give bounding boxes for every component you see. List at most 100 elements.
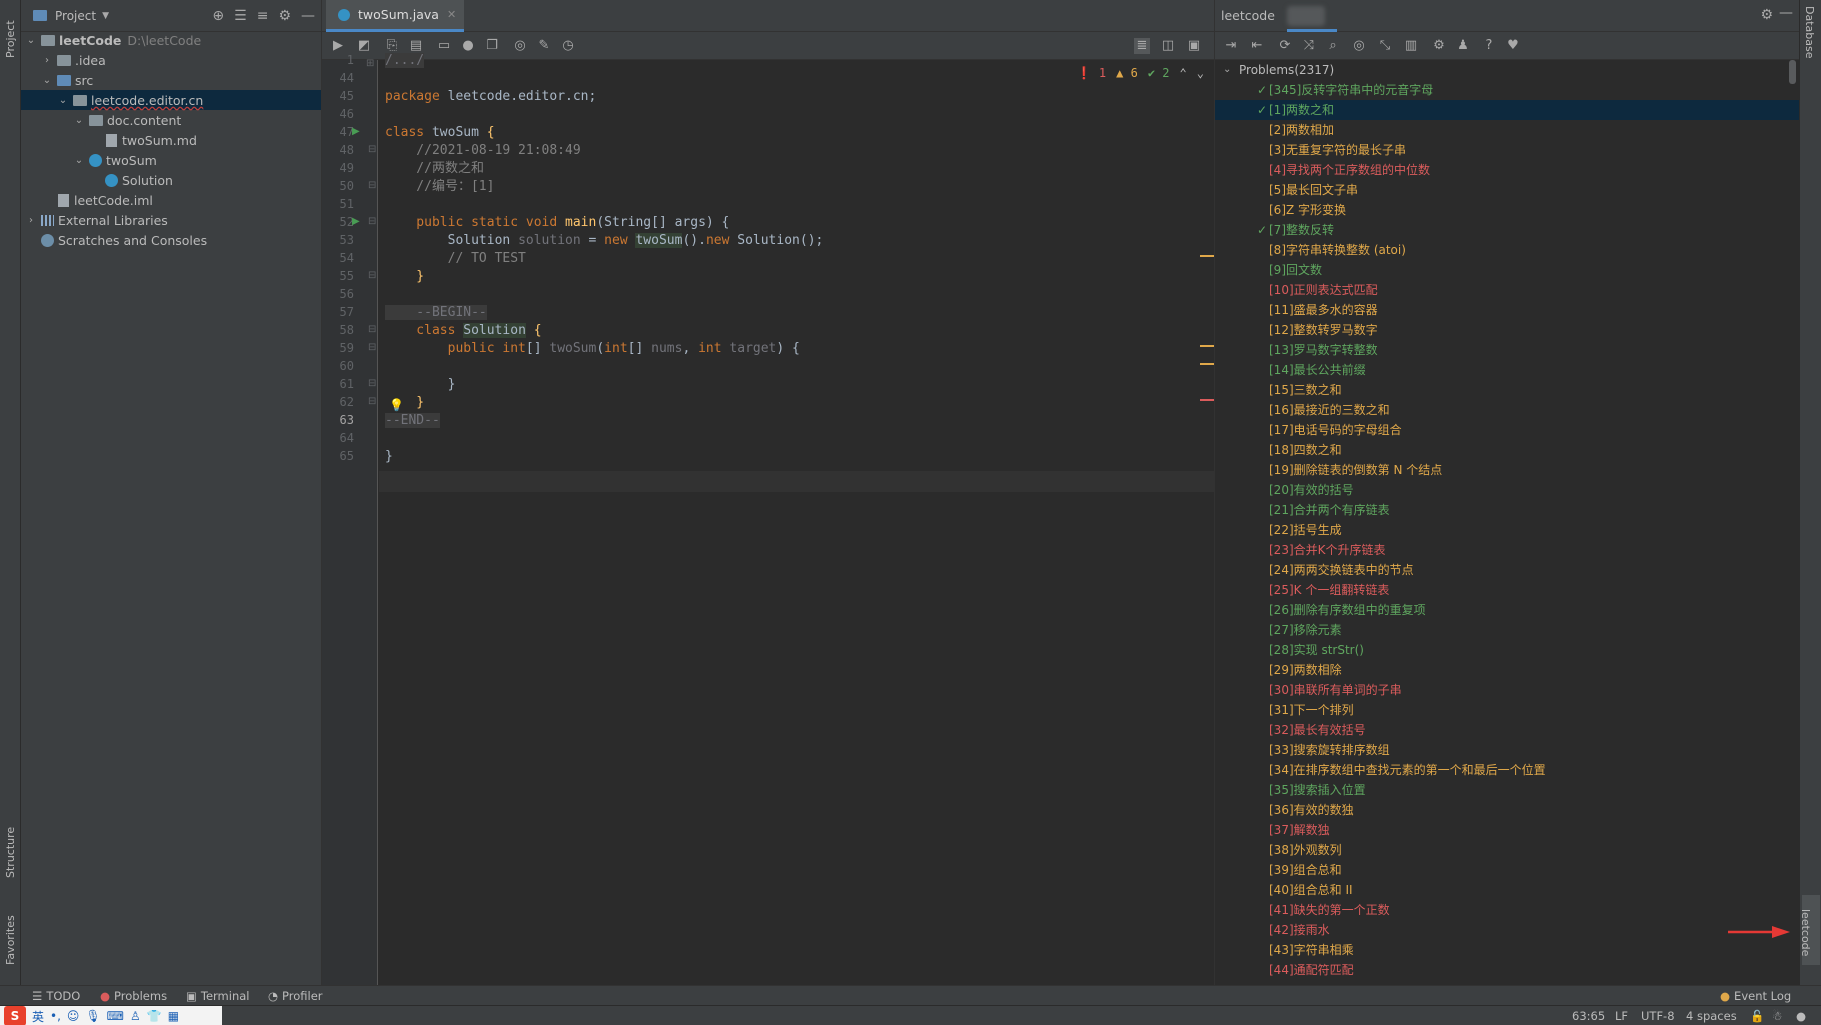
problem-item[interactable]: [31]下一个排列 xyxy=(1215,700,1800,720)
help-icon[interactable]: ? xyxy=(1481,38,1497,54)
error-notification-icon[interactable]: ● xyxy=(1796,1009,1806,1023)
inspection-widget[interactable]: ❗ 1 ▲ 6 ✔ 2 ⌃ ⌄ xyxy=(1077,66,1204,80)
chevron-down-icon[interactable]: ⌄ xyxy=(41,75,53,86)
collapse-all-icon[interactable]: ≡ xyxy=(257,8,269,24)
project-tree-item[interactable]: › .idea xyxy=(21,50,321,70)
project-view-selector[interactable]: Project xyxy=(55,9,96,23)
find-icon[interactable]: ◎ xyxy=(1351,38,1367,54)
clock-icon[interactable]: ◷ xyxy=(560,38,576,54)
scrollbar[interactable] xyxy=(1789,60,1796,84)
keyboard-icon[interactable]: ⌨ xyxy=(107,1009,124,1023)
chevron-up-icon[interactable]: ⌃ xyxy=(1180,66,1187,80)
project-tree-item[interactable]: twoSum.md xyxy=(21,130,321,150)
chevron-right-icon[interactable]: › xyxy=(25,215,37,226)
inspector-icon[interactable]: ☃ xyxy=(1772,1009,1782,1023)
problem-item[interactable]: [22]括号生成 xyxy=(1215,520,1800,540)
hint-icon[interactable]: ● xyxy=(460,38,476,54)
problem-item[interactable]: [42]接雨水 xyxy=(1215,920,1800,940)
warning-marker[interactable] xyxy=(1200,345,1214,347)
problem-item[interactable]: [23]合并K个升序链表 xyxy=(1215,540,1800,560)
collapse-icon[interactable]: ⤡ xyxy=(1377,38,1393,54)
problem-item[interactable]: [16]最接近的三数之和 xyxy=(1215,400,1800,420)
line-separator[interactable]: LF xyxy=(1615,1009,1628,1023)
problem-item[interactable]: [2]两数相加 xyxy=(1215,120,1800,140)
chevron-down-icon[interactable]: ⌄ xyxy=(57,95,69,106)
sogou-logo-icon[interactable]: S xyxy=(4,1006,26,1025)
fold-icon[interactable]: ⊟ xyxy=(368,342,376,353)
problem-item[interactable]: ✓ [7]整数反转 xyxy=(1215,220,1800,240)
problem-item[interactable]: [41]缺失的第一个正数 xyxy=(1215,900,1800,920)
run-gutter-icon[interactable]: ▶ xyxy=(352,126,360,137)
code-editor[interactable]: ❗ 1 ▲ 6 ✔ 2 ⌃ ⌄ /.../ package leetcode.e… xyxy=(379,53,1214,985)
problem-item[interactable]: [21]合并两个有序链表 xyxy=(1215,500,1800,520)
run-main-gutter-icon[interactable]: ▶ xyxy=(352,216,360,227)
fold-icon[interactable]: ⊟ xyxy=(368,180,376,191)
emoji-icon[interactable]: ☺ xyxy=(67,1009,80,1023)
project-tree-item[interactable]: leetCode.iml xyxy=(21,190,321,210)
project-tree-item[interactable]: ⌄ src xyxy=(21,70,321,90)
expand-all-icon[interactable]: ☰ xyxy=(234,8,247,24)
lock-icon[interactable]: 🔓 xyxy=(1750,1009,1764,1023)
problem-item[interactable]: [14]最长公共前缀 xyxy=(1215,360,1800,380)
problem-item[interactable]: [12]整数转罗马数字 xyxy=(1215,320,1800,340)
gear-icon[interactable]: ⚙ xyxy=(1760,7,1773,23)
logout-icon[interactable]: ⇤ xyxy=(1249,38,1265,54)
problem-item[interactable]: [20]有效的括号 xyxy=(1215,480,1800,500)
problems-tool-button[interactable]: ● Problems xyxy=(100,989,167,1003)
problem-item[interactable]: [11]盛最多水的容器 xyxy=(1215,300,1800,320)
ime-language[interactable]: 英 xyxy=(32,1008,44,1025)
problem-item[interactable]: [15]三数之和 xyxy=(1215,380,1800,400)
problem-item[interactable]: [28]实现 strStr() xyxy=(1215,640,1800,660)
problem-item[interactable]: [10]正则表达式匹配 xyxy=(1215,280,1800,300)
fold-icon[interactable]: ⊟ xyxy=(368,378,376,389)
project-tool-tab[interactable]: Project xyxy=(0,20,21,118)
fold-icon[interactable]: ⊞ xyxy=(366,58,374,69)
gear-icon[interactable]: ⚙ xyxy=(278,8,291,24)
fold-icon[interactable]: ⊟ xyxy=(368,324,376,335)
problem-item[interactable]: [9]回文数 xyxy=(1215,260,1800,280)
problem-item[interactable]: [43]字符串相乘 xyxy=(1215,940,1800,960)
heart-icon[interactable]: ♥ xyxy=(1505,38,1521,54)
problem-item[interactable]: [4]寻找两个正序数组的中位数 xyxy=(1215,160,1800,180)
favorites-tool-tab[interactable]: Favorites xyxy=(0,915,21,985)
problem-item[interactable]: [17]电话号码的字母组合 xyxy=(1215,420,1800,440)
project-tree-item[interactable]: ⌄ doc.content xyxy=(21,110,321,130)
chart-icon[interactable]: ▥ xyxy=(1403,38,1419,54)
chevron-down-icon[interactable]: ⌄ xyxy=(1197,66,1204,80)
description-icon[interactable]: ▭ xyxy=(436,38,452,54)
problem-item[interactable]: [24]两两交换链表中的节点 xyxy=(1215,560,1800,580)
problem-item[interactable]: [44]通配符匹配 xyxy=(1215,960,1800,980)
editor-tab-twosum[interactable]: twoSum.java ✕ xyxy=(326,0,465,32)
problem-item[interactable]: [38]外观数列 xyxy=(1215,840,1800,860)
project-tree-item[interactable]: Scratches and Consoles xyxy=(21,230,321,250)
problem-item[interactable]: [27]移除元素 xyxy=(1215,620,1800,640)
problem-item[interactable]: [19]删除链表的倒数第 N 个结点 xyxy=(1215,460,1800,480)
error-marker[interactable] xyxy=(1200,399,1214,401)
search-icon[interactable]: ⌕ xyxy=(1325,38,1341,54)
preview-icon[interactable]: ▣ xyxy=(1186,38,1202,54)
chevron-down-icon[interactable]: ⌄ xyxy=(73,115,85,126)
warning-marker[interactable] xyxy=(1200,363,1214,365)
problem-item[interactable]: [40]组合总和 II xyxy=(1215,880,1800,900)
bell-icon[interactable]: ♟ xyxy=(1455,38,1471,54)
problem-item[interactable]: [18]四数之和 xyxy=(1215,440,1800,460)
problem-item[interactable]: ✓ [345]反转字符串中的元音字母 xyxy=(1215,80,1800,100)
blurred-tab[interactable] xyxy=(1287,6,1325,26)
microphone-icon[interactable]: 🎙 xyxy=(85,1009,100,1023)
chevron-down-icon[interactable]: ⌄ xyxy=(1223,60,1231,80)
todo-tool-button[interactable]: ☰ TODO xyxy=(32,989,80,1003)
leetcode-tool-tab[interactable]: leetcode xyxy=(1799,895,1820,965)
indent-setting[interactable]: 4 spaces xyxy=(1686,1009,1737,1023)
project-tree-item[interactable]: ⌄ leetCode D:\leetCode xyxy=(21,30,321,50)
warning-marker[interactable] xyxy=(1200,255,1214,257)
gear-icon[interactable]: ⚙ xyxy=(1431,38,1447,54)
project-tree-item[interactable]: ⌄ twoSum xyxy=(21,150,321,170)
problem-item[interactable]: [5]最长回文子串 xyxy=(1215,180,1800,200)
project-tree-item[interactable]: ⌄ leetcode.editor.cn xyxy=(21,90,321,110)
problem-item[interactable]: [30]串联所有单词的子串 xyxy=(1215,680,1800,700)
caret-position[interactable]: 63:65 xyxy=(1572,1009,1605,1023)
project-tree-item[interactable]: › External Libraries xyxy=(21,210,321,230)
split-view-icon[interactable]: ◫ xyxy=(1160,38,1176,54)
problem-item[interactable]: [35]搜索插入位置 xyxy=(1215,780,1800,800)
profiler-tool-button[interactable]: ◔ Profiler xyxy=(268,989,323,1003)
